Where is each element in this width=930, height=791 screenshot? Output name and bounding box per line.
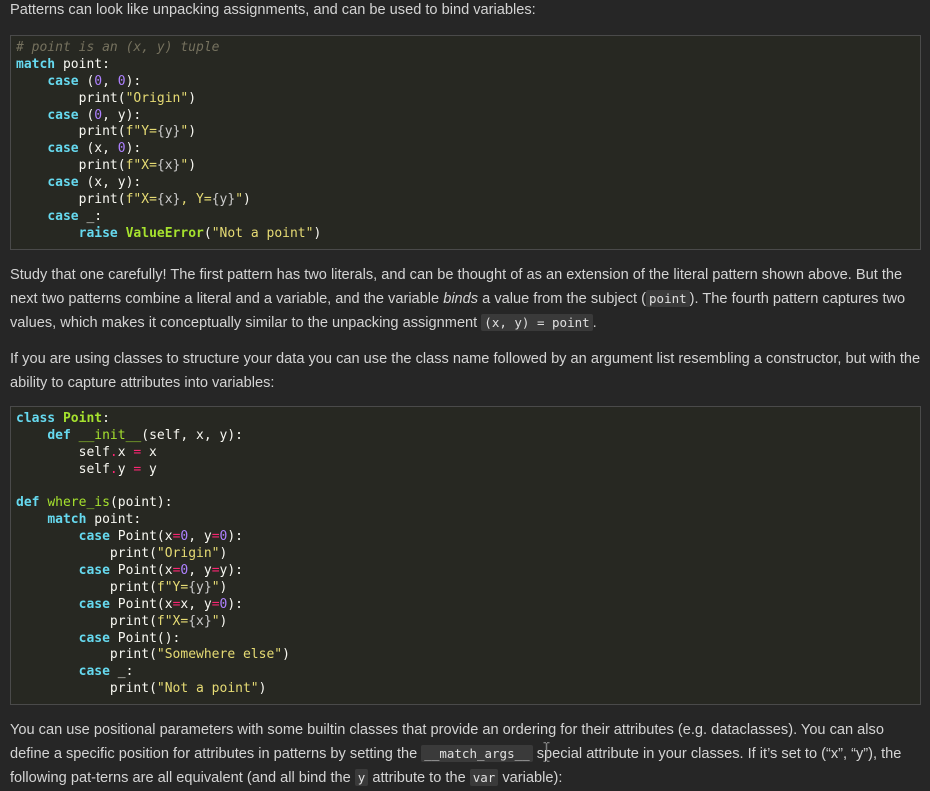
paragraph-study: Study that one carefully! The first patt… [10,267,906,331]
inline-code-point: point [646,290,690,307]
inline-code-y: y [354,769,369,786]
code-comment: # point is an (x, y) tuple [16,40,220,55]
paragraph-positional: You can use positional parameters with s… [10,722,902,786]
paragraph-intro: Patterns can look like unpacking assignm… [10,2,536,18]
text-cursor-icon [543,742,550,762]
code-block-class-match[interactable]: class Point: def __init__(self, x, y): s… [10,406,921,705]
inline-code-var: var [469,769,499,786]
inline-code-assign: (x, y) = point [481,314,593,331]
paragraph-classes: If you are using classes to structure yo… [10,351,921,391]
inline-code-match-args: __match_args__ [421,745,533,762]
code-block-tuple-match[interactable]: # point is an (x, y) tuple match point: c… [10,35,921,250]
